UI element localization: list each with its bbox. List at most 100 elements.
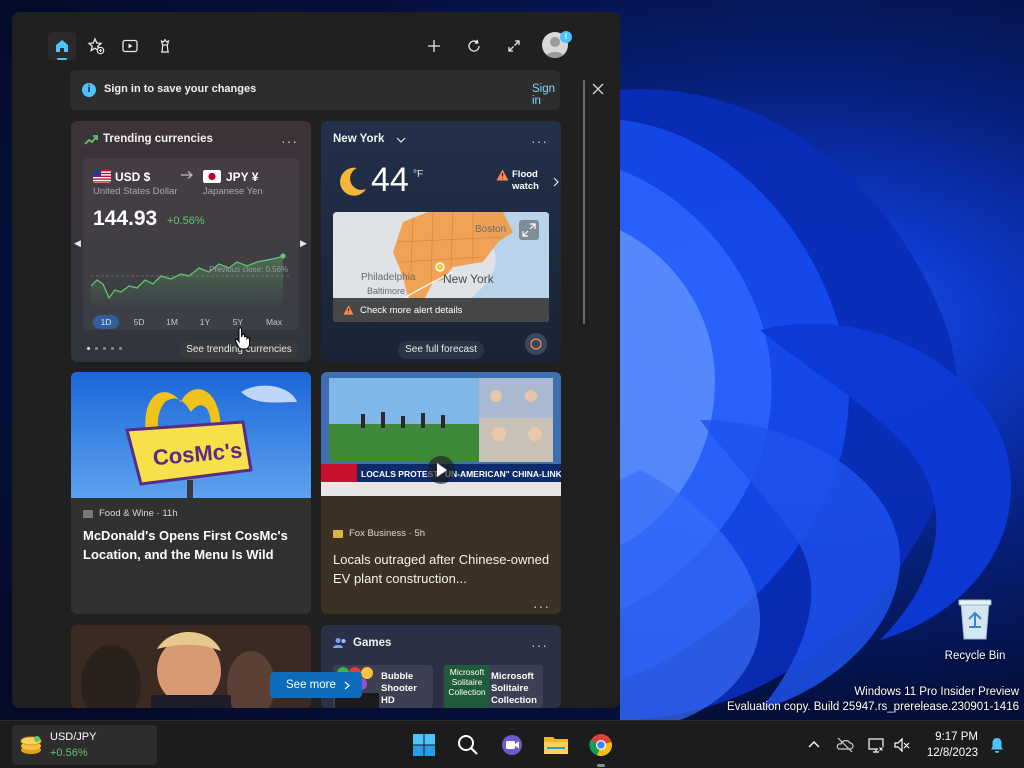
alert-details-bar[interactable]: Check more alert details [333, 298, 549, 322]
from-currency-code: USD $ [115, 170, 151, 184]
range-1m-button[interactable]: 1M [161, 315, 183, 329]
taskbar: USD/JPY +0.56% 9:17 PM 12/8/2023 [0, 720, 1024, 768]
taskbar-widgets-button[interactable]: USD/JPY +0.56% [12, 725, 157, 765]
chevron-right-icon[interactable]: ▶ [300, 237, 308, 249]
news-headline[interactable]: McDonald's Opens First CosMc's Location,… [83, 526, 301, 564]
range-1d-button[interactable]: 1D [93, 315, 119, 329]
news-card[interactable]: CosMc's Food & Wine · 11h McDonald's Ope… [71, 372, 311, 614]
game-title: Bubble Shooter HD [381, 671, 417, 706]
onedrive-offline-icon[interactable] [835, 735, 855, 755]
recycle-bin-label: Recycle Bin [944, 650, 1006, 662]
add-widget-icon[interactable] [422, 34, 446, 58]
flood-watch-alert[interactable]: Flood watch [512, 169, 539, 193]
people-icon [333, 638, 346, 648]
signin-link[interactable]: Sign in [532, 83, 560, 107]
news-source: Food & Wine · 11h [83, 508, 178, 519]
file-explorer-icon[interactable] [540, 729, 572, 761]
currency-line-chart: Previous close: 0.56% [91, 253, 291, 308]
favorites-add-icon[interactable] [84, 34, 108, 58]
weather-city: New York [333, 133, 385, 145]
news-video-thumbnail: LOCALS PROTEST "UN-AMERICAN" CHINA-LINKE… [321, 372, 561, 496]
card-title: Trending currencies [103, 133, 213, 145]
carousel-dots[interactable] [87, 347, 122, 350]
signin-banner: i Sign in to save your changes Sign in [70, 70, 604, 110]
home-icon[interactable] [48, 32, 76, 60]
warning-icon [496, 169, 509, 181]
teams-meet-icon[interactable] [496, 729, 528, 761]
recycle-bin[interactable]: Recycle Bin [941, 597, 1009, 662]
moon-icon [340, 167, 366, 196]
widgets-panel: i i Sign in to save your changes Sign in… [12, 12, 620, 708]
start-icon[interactable] [408, 729, 440, 761]
trending-currencies-card[interactable]: Trending currencies ··· ◀ ▶ USD $ United… [71, 121, 311, 362]
chevron-up-icon[interactable] [804, 735, 824, 755]
publisher-logo-icon [333, 529, 343, 538]
see-more-button[interactable]: See more [270, 672, 362, 698]
recycle-bin-icon [958, 599, 992, 640]
expand-map-icon[interactable] [519, 220, 539, 240]
trending-icon [84, 135, 98, 145]
news-card[interactable]: LOCALS PROTEST "UN-AMERICAN" CHINA-LINKE… [321, 372, 561, 614]
chevron-right-icon[interactable] [553, 177, 559, 187]
news-image: CosMc's [71, 372, 311, 498]
svg-text:New York: New York [443, 272, 495, 286]
running-indicator [597, 764, 605, 767]
arrow-right-icon [181, 171, 193, 179]
close-icon[interactable] [589, 80, 607, 98]
card-title: Games [353, 637, 392, 649]
currency-coins-icon [20, 736, 42, 754]
svg-text:Boston: Boston [475, 224, 506, 235]
warning-icon [343, 305, 354, 315]
weather-provider-icon [525, 333, 547, 355]
system-clock[interactable]: 9:17 PM 12/8/2023 [922, 729, 978, 761]
publisher-logo-icon [83, 509, 93, 518]
notification-badge-icon: i [560, 31, 572, 43]
widget-pair-change: +0.56% [50, 747, 88, 759]
more-options-icon[interactable]: ··· [531, 134, 548, 148]
game-title: Microsoft Solitaire Collection [491, 671, 537, 706]
range-5d-button[interactable]: 5D [128, 315, 150, 329]
video-icon[interactable] [118, 34, 142, 58]
temperature-unit: °F [413, 169, 424, 180]
weather-alert-map[interactable]: Boston New York Philadelphia Baltimore C… [333, 212, 549, 322]
exchange-rate: 144.93 [93, 207, 158, 230]
chrome-icon[interactable] [585, 729, 617, 761]
refresh-icon[interactable] [462, 34, 486, 58]
temperature: 44 [371, 161, 409, 199]
to-currency-name: Japanese Yen [203, 186, 263, 197]
game-tile-solitaire[interactable]: Microsoft Solitaire Collection Microsoft… [443, 665, 543, 708]
range-max-button[interactable]: Max [261, 315, 287, 329]
notification-bell-icon[interactable] [987, 735, 1007, 755]
more-options-icon[interactable]: ··· [531, 638, 548, 652]
network-icon[interactable] [866, 735, 886, 755]
svg-text:Philadelphia: Philadelphia [361, 272, 416, 283]
more-options-icon[interactable]: ··· [533, 599, 550, 613]
volume-muted-icon[interactable] [892, 735, 912, 755]
search-icon[interactable] [452, 729, 484, 761]
alert-details-text: Check more alert details [360, 305, 463, 316]
more-options-icon[interactable]: ··· [281, 134, 298, 148]
news-source: Fox Business · 5h [333, 528, 425, 539]
range-1y-button[interactable]: 1Y [194, 315, 216, 329]
news-headline[interactable]: Locals outraged after Chinese-owned EV p… [333, 550, 551, 588]
previous-close-label: Previous close: 0.56% [209, 265, 288, 274]
clock-time: 9:17 PM [935, 731, 978, 743]
see-full-forecast-button[interactable]: See full forecast [398, 341, 484, 359]
chevron-down-icon[interactable] [396, 136, 406, 144]
chess-games-icon[interactable] [153, 34, 177, 58]
currency-pair-panel: USD $ United States Dollar JPY ¥ Japanes… [83, 158, 299, 330]
hand-cursor-icon [234, 327, 250, 350]
us-flag-icon [93, 170, 111, 183]
from-currency-name: United States Dollar [93, 186, 178, 197]
svg-text:LOCALS PROTEST "UN-AMERICAN" C: LOCALS PROTEST "UN-AMERICAN" CHINA-LINKE… [361, 469, 561, 479]
expand-icon[interactable] [502, 34, 526, 58]
chevron-left-icon[interactable]: ◀ [74, 237, 82, 249]
clock-date: 12/8/2023 [926, 747, 978, 759]
rate-change: +0.56% [167, 215, 205, 227]
panel-scrollbar[interactable] [583, 80, 585, 324]
chevron-right-icon [344, 681, 350, 690]
solitaire-icon: Microsoft Solitaire Collection [445, 665, 489, 708]
japan-flag-icon [203, 170, 221, 183]
weather-card[interactable]: New York ··· 44 °F Flood watch Boston Ne… [321, 121, 561, 362]
signin-message: Sign in to save your changes [104, 83, 257, 95]
